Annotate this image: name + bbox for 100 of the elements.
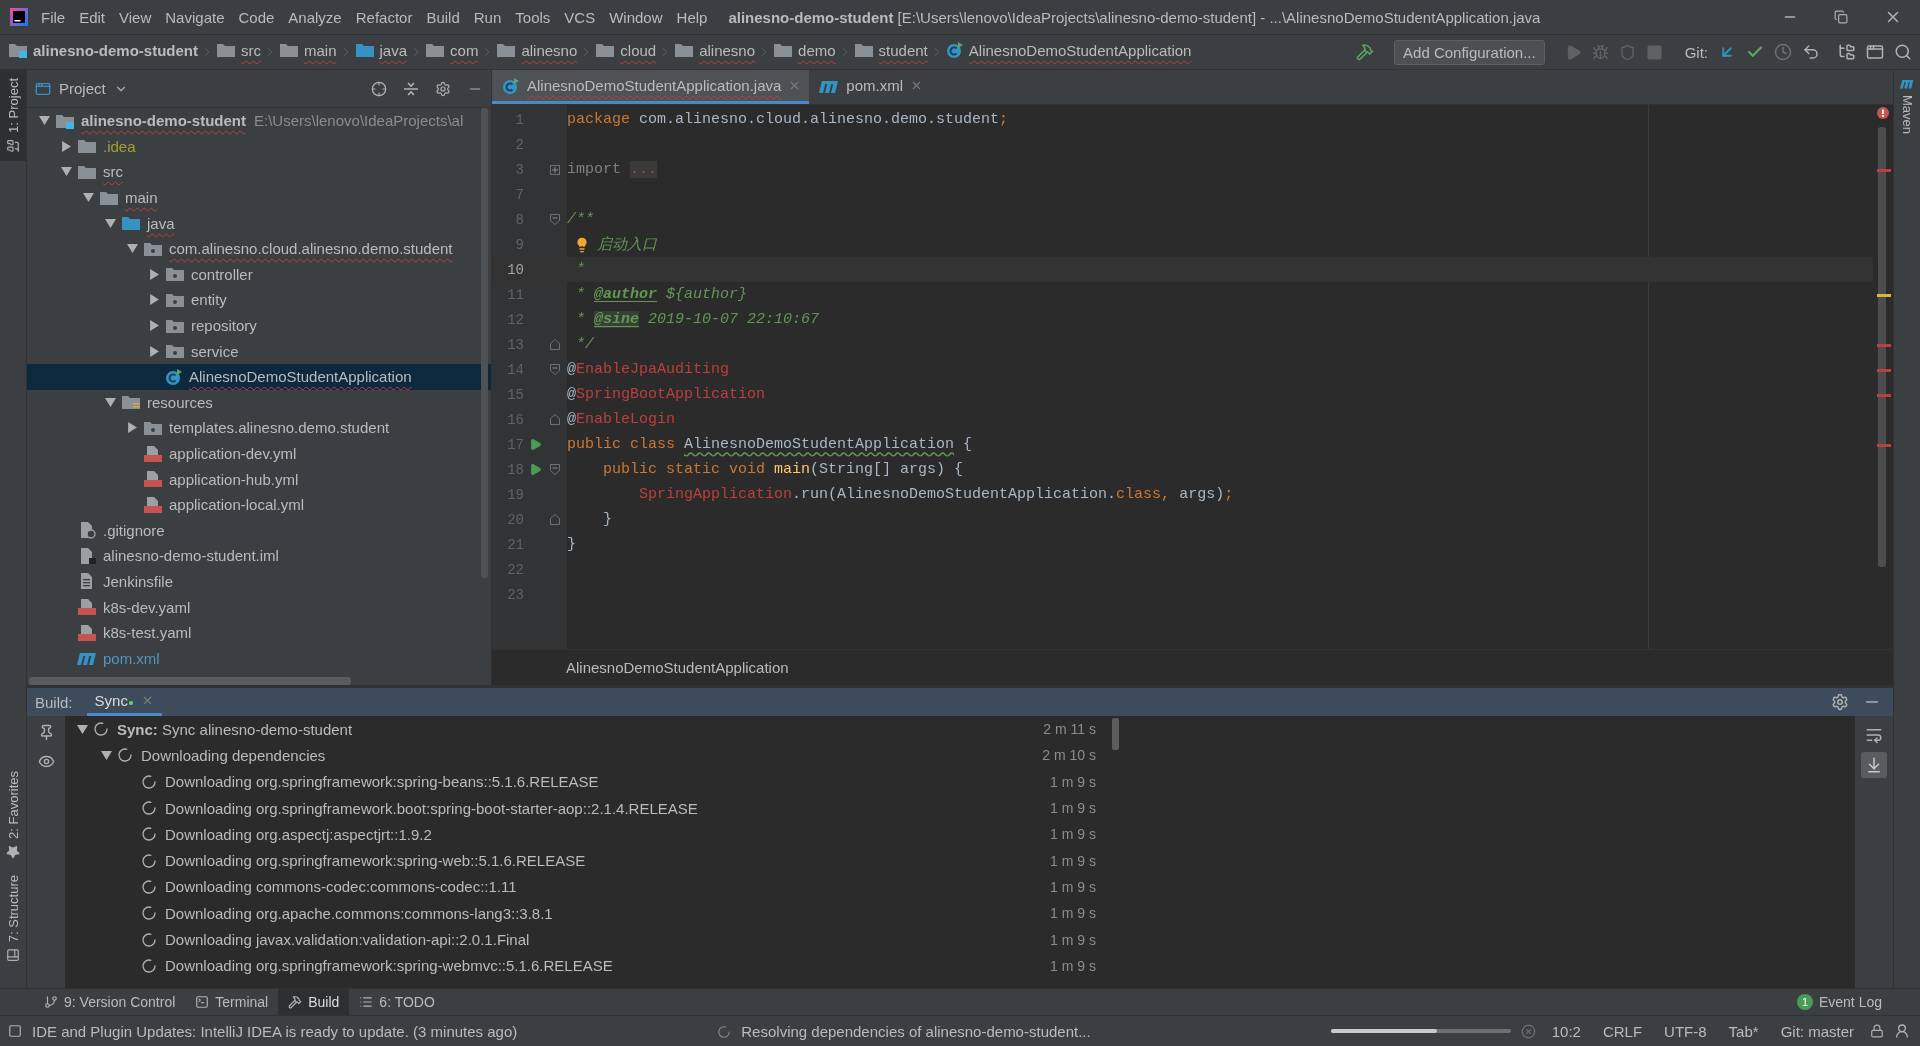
lock-icon[interactable] xyxy=(1870,1024,1884,1038)
status-item[interactable]: Git: master xyxy=(1774,1022,1860,1040)
fold-end-icon[interactable] xyxy=(550,414,560,425)
event-log-link[interactable]: Event Log xyxy=(1818,994,1882,1010)
menu-item[interactable]: Navigate xyxy=(158,8,232,26)
tree-item[interactable]: k8s-dev.yaml xyxy=(27,594,491,620)
status-message[interactable]: IDE and Plugin Updates: IntelliJ IDEA is ready to update. (3 minutes ago) xyxy=(32,1022,518,1040)
fold-plus-icon[interactable] xyxy=(550,164,560,175)
project-view-dropdown[interactable]: Project xyxy=(35,80,128,97)
tree-item[interactable]: com.alinesno.cloud.alinesno.demo.student xyxy=(27,235,491,262)
background-task-label[interactable]: Resolving dependencies of alinesno-demo-student... xyxy=(717,1022,1091,1040)
breadcrumb-item[interactable]: src xyxy=(216,39,261,65)
editor-tab[interactable]: pom.xml xyxy=(809,70,931,104)
menu-item[interactable]: Refactor xyxy=(348,8,420,26)
breadcrumb-item[interactable]: student xyxy=(853,39,928,65)
breadcrumb-item[interactable]: AlinesnoDemoStudentApplication xyxy=(945,39,1192,65)
breadcrumb-item[interactable]: demo xyxy=(773,39,836,65)
tree-item[interactable]: controller xyxy=(27,261,491,288)
tree-item[interactable]: alinesno-demo-student E:\Users\lenovo\IdeaProjects\al xyxy=(27,108,491,134)
tree-item[interactable]: src xyxy=(27,159,491,185)
editor-tab[interactable]: AlinesnoDemoStudentApplication.java xyxy=(492,70,810,104)
collapse-all-icon[interactable] xyxy=(403,80,419,97)
breadcrumb-item[interactable]: com xyxy=(425,39,479,65)
caret-right-icon[interactable] xyxy=(148,345,160,357)
breadcrumb-item[interactable]: main xyxy=(279,39,337,65)
fold-start-icon[interactable] xyxy=(550,364,560,375)
undo-icon[interactable] xyxy=(1802,43,1820,61)
caret-right-icon[interactable] xyxy=(148,294,160,306)
tree-item[interactable]: java xyxy=(27,210,491,236)
scrollbar[interactable] xyxy=(1112,718,1119,750)
window-icon[interactable] xyxy=(1866,43,1884,61)
caret-right-icon[interactable] xyxy=(148,320,160,332)
caret-right-icon[interactable] xyxy=(126,422,138,434)
restore-icon[interactable] xyxy=(1834,10,1848,24)
error-indicator-icon[interactable] xyxy=(1877,107,1889,119)
status-item[interactable]: CRLF xyxy=(1596,1022,1649,1040)
menu-item[interactable]: Run xyxy=(466,8,509,26)
tool-window-button[interactable]: 6: TODO xyxy=(349,989,445,1015)
tree-item[interactable]: resources xyxy=(27,389,491,416)
breadcrumb-item[interactable]: alinesno-demo-student xyxy=(8,39,198,65)
tree-item[interactable]: application-dev.yml xyxy=(27,440,491,467)
breadcrumb-item[interactable]: cloud xyxy=(595,39,657,65)
run-configuration-button[interactable]: Add Configuration... xyxy=(1394,39,1545,65)
tree-item[interactable]: repository xyxy=(27,312,491,339)
fold-end-icon[interactable] xyxy=(550,339,560,350)
settings-icon[interactable] xyxy=(435,80,451,97)
tree-item[interactable]: templates.alinesno.demo.student xyxy=(27,415,491,441)
lightbulb-icon[interactable] xyxy=(574,236,590,253)
scrollbar[interactable] xyxy=(1878,127,1886,567)
soft-wrap-icon[interactable] xyxy=(1865,726,1883,744)
tree-item[interactable]: entity xyxy=(27,287,491,313)
clock-icon[interactable] xyxy=(1774,43,1792,61)
tree-item[interactable]: main xyxy=(27,184,491,211)
tool-window-button[interactable]: Build xyxy=(278,989,350,1015)
caret-down-icon[interactable] xyxy=(76,723,88,735)
caret-right-icon[interactable] xyxy=(60,140,72,152)
editor-breadcrumb[interactable]: AlinesnoDemoStudentApplication xyxy=(566,659,789,676)
caret-down-icon[interactable] xyxy=(100,749,112,761)
menu-item[interactable]: Edit xyxy=(72,8,113,26)
settings-icon[interactable] xyxy=(1831,693,1849,711)
scrollbar[interactable] xyxy=(29,677,351,685)
eye-icon[interactable] xyxy=(37,753,55,770)
status-item[interactable]: UTF-8 xyxy=(1658,1022,1713,1040)
tree-item[interactable]: alinesno-demo-student.iml xyxy=(27,543,491,569)
tree-item[interactable]: service xyxy=(27,338,491,364)
caret-down-icon[interactable] xyxy=(104,396,116,408)
scroll-to-end-button[interactable] xyxy=(1861,752,1887,778)
person-icon[interactable] xyxy=(1894,1023,1910,1039)
caret-down-icon[interactable] xyxy=(38,115,50,127)
fold-start-icon[interactable] xyxy=(550,464,560,475)
menu-item[interactable]: Help xyxy=(669,8,715,26)
caret-down-icon[interactable] xyxy=(82,192,94,204)
breadcrumb-item[interactable]: alinesno xyxy=(496,39,578,65)
breadcrumb-item[interactable]: java xyxy=(354,39,408,65)
tree-item[interactable]: application-hub.yml xyxy=(27,466,491,492)
menu-item[interactable]: Build xyxy=(419,8,467,26)
caret-right-icon[interactable] xyxy=(148,268,160,280)
tree-item[interactable]: Jenkinsfile xyxy=(27,568,491,595)
tree-item[interactable]: .idea xyxy=(27,133,491,160)
crosshair-icon[interactable] xyxy=(371,80,387,97)
cancel-icon[interactable] xyxy=(1520,1023,1536,1039)
breadcrumb-item[interactable]: alinesno xyxy=(674,39,756,65)
project-structure-icon[interactable] xyxy=(1838,43,1856,61)
caret-down-icon[interactable] xyxy=(104,217,116,229)
menu-item[interactable]: File xyxy=(34,8,73,26)
tool-window-button[interactable]: Maven xyxy=(1894,70,1920,143)
status-item[interactable]: Tab* xyxy=(1722,1022,1765,1040)
square-icon[interactable] xyxy=(8,1024,22,1038)
tool-window-button[interactable]: 7: Structure xyxy=(0,866,26,970)
tree-item[interactable]: k8s-test.yaml xyxy=(27,619,491,646)
tree-item[interactable]: .gitignore xyxy=(27,517,491,544)
tool-window-button[interactable]: 9: Version Control xyxy=(34,989,186,1015)
menu-item[interactable]: Analyze xyxy=(281,8,349,26)
run-icon[interactable] xyxy=(528,463,542,476)
hammer-icon[interactable] xyxy=(1356,43,1375,61)
menu-item[interactable]: Tools xyxy=(508,8,558,26)
menu-item[interactable]: Code xyxy=(231,8,282,26)
tree-item[interactable]: application-local.yml xyxy=(27,491,491,518)
search-icon[interactable] xyxy=(1894,43,1912,61)
run-icon[interactable] xyxy=(528,438,542,451)
